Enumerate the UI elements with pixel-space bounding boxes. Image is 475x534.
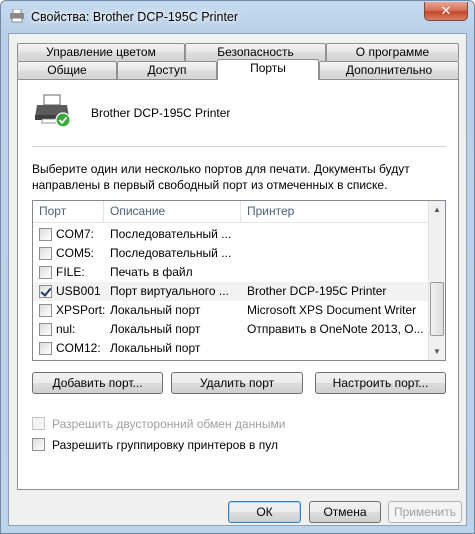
dialog-client-area: Управление цветом Безопасность О програм…	[8, 33, 467, 526]
port-row-com12[interactable]: COM12: Локальный порт	[33, 339, 429, 358]
port-name: COM7:	[56, 227, 95, 241]
port-row-usb001[interactable]: USB001 Порт виртуального ... Brother DCP…	[33, 282, 429, 301]
printer-title-icon	[9, 8, 25, 23]
port-printer: Microsoft XPS Document Writer	[247, 303, 417, 317]
scroll-up-arrow-icon[interactable]: ▲	[429, 201, 445, 218]
add-port-button[interactable]: Добавить порт...	[32, 372, 163, 394]
port-row-nul[interactable]: nul: Локальный порт Отправить в OneNote …	[33, 320, 429, 339]
title-bar[interactable]: Свойства: Brother DCP-195C Printer ✕	[1, 1, 474, 33]
ports-list-scrollbar[interactable]: ▲ ▼	[428, 201, 445, 360]
bidirectional-checkbox[interactable]	[32, 417, 45, 430]
printer-name: Brother DCP-195C Printer	[91, 106, 231, 120]
port-name: USB001	[56, 284, 101, 298]
port-description: Последовательный ...	[110, 246, 232, 260]
column-header-printer[interactable]: Принтер	[241, 201, 429, 223]
ok-button[interactable]: ОК	[228, 501, 301, 523]
port-name: FILE:	[56, 265, 85, 279]
port-row-com7[interactable]: COM7: Последовательный ...	[33, 225, 429, 244]
port-description: Локальный порт	[110, 303, 201, 317]
port-printer: Brother DCP-195C Printer	[247, 284, 387, 298]
port-checkbox[interactable]	[39, 228, 52, 241]
window-title: Свойства: Brother DCP-195C Printer	[31, 10, 239, 24]
port-printer: Отправить в OneNote 2013, O...	[247, 322, 424, 336]
port-description: Локальный порт	[110, 322, 201, 336]
column-header-description[interactable]: Описание	[104, 201, 241, 223]
ports-list-header: Порт Описание Принтер	[33, 201, 429, 223]
port-description: Локальный порт	[110, 341, 201, 355]
close-button[interactable]: ✕	[424, 2, 468, 21]
bidirectional-label: Разрешить двусторонний обмен данными	[52, 417, 286, 431]
pooling-label: Разрешить группировку принтеров в пул	[52, 438, 279, 452]
configure-port-button[interactable]: Настроить порт...	[315, 372, 446, 394]
tab-sharing[interactable]: Доступ	[117, 61, 217, 79]
port-name: XPSPort:	[56, 303, 106, 317]
tab-color-management[interactable]: Управление цветом	[17, 43, 185, 61]
separator	[32, 146, 446, 147]
ports-list[interactable]: Порт Описание Принтер COM7: Последовател…	[32, 200, 446, 361]
ports-tab-panel: Brother DCP-195C Printer Выберите один и…	[17, 79, 459, 490]
port-description: Печать в файл	[110, 265, 193, 279]
tab-about[interactable]: О программе	[326, 43, 459, 61]
port-name: COM5:	[56, 246, 95, 260]
scroll-down-arrow-icon[interactable]: ▼	[429, 343, 445, 360]
port-description: Последовательный ...	[110, 227, 232, 241]
port-checkbox[interactable]	[39, 323, 52, 336]
scroll-thumb[interactable]	[430, 282, 444, 336]
tab-advanced[interactable]: Дополнительно	[319, 61, 459, 79]
pooling-checkbox[interactable]	[32, 438, 45, 451]
tab-ports[interactable]: Порты	[217, 59, 319, 80]
port-row-com5[interactable]: COM5: Последовательный ...	[33, 244, 429, 263]
column-header-port[interactable]: Порт	[33, 201, 104, 223]
cancel-button[interactable]: Отмена	[309, 501, 381, 523]
ports-description: Выберите один или несколько портов для п…	[32, 162, 410, 192]
port-row-xpsport[interactable]: XPSPort: Локальный порт Microsoft XPS Do…	[33, 301, 429, 320]
printer-icon	[34, 93, 74, 129]
port-checkbox[interactable]	[39, 304, 52, 317]
port-name: COM12:	[56, 341, 101, 355]
properties-window: Свойства: Brother DCP-195C Printer ✕ Упр…	[0, 0, 475, 534]
port-checkbox[interactable]	[39, 247, 52, 260]
port-description: Порт виртуального ...	[110, 284, 229, 298]
port-name: nul:	[56, 322, 76, 336]
port-checkbox[interactable]	[39, 285, 52, 298]
apply-button[interactable]: Применить	[388, 501, 462, 523]
delete-port-button[interactable]: Удалить порт	[171, 372, 303, 394]
port-checkbox[interactable]	[39, 342, 52, 355]
port-checkbox[interactable]	[39, 266, 52, 279]
tab-general[interactable]: Общие	[17, 61, 117, 79]
port-row-file[interactable]: FILE: Печать в файл	[33, 263, 429, 282]
